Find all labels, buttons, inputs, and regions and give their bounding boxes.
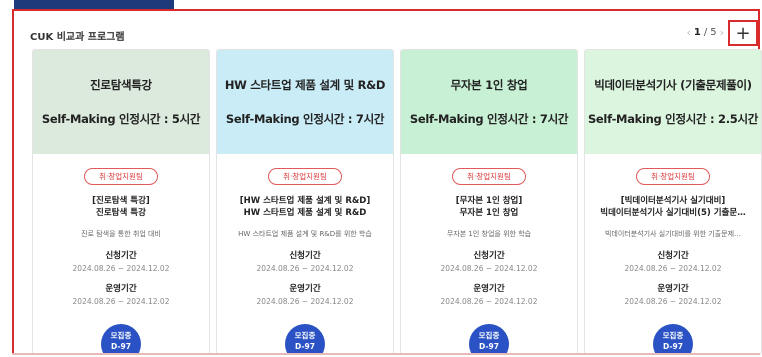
program-card[interactable]: 무자본 1인 창업 Self-Making 인정시간 : 7시간 취·창업지원팀… bbox=[400, 49, 578, 355]
program-title: HW 스타트업 제품 설계 및 R&D bbox=[243, 208, 367, 218]
apply-period-label: 신청기간 bbox=[473, 251, 505, 261]
program-category: [HW 스타트업 제품 설계 및 R&D] bbox=[239, 196, 371, 206]
thumb-title: 빅데이터분석기사 (기출문제풀이) bbox=[594, 78, 752, 92]
run-period-label: 운영기간 bbox=[289, 284, 321, 294]
program-description: 빅데이터분석기사 실기대비를 위한 기출문제… bbox=[604, 230, 742, 238]
dday-text: D-97 bbox=[111, 342, 131, 351]
active-tab-indicator bbox=[14, 0, 174, 9]
status-text: 모집중 bbox=[662, 331, 684, 340]
thumb-subtitle: Self-Making 인정시간 : 7시간 bbox=[409, 112, 569, 126]
run-period-label: 운영기간 bbox=[473, 284, 505, 294]
program-title: 무자본 1인 창업 bbox=[459, 208, 519, 218]
department-badge: 취·창업지원팀 bbox=[636, 168, 710, 185]
apply-period-dates: 2024.08.26 ~ 2024.12.02 bbox=[440, 264, 538, 273]
program-description: HW 스타트업 제품 설계 및 R&D를 위한 학습 bbox=[238, 230, 372, 238]
pager-separator: / bbox=[703, 27, 708, 38]
department-badge: 취·창업지원팀 bbox=[268, 168, 342, 185]
status-text: 모집중 bbox=[110, 331, 132, 340]
program-category: [빅데이터분석기사 실기대비] bbox=[620, 196, 726, 206]
panel-bottom-border bbox=[12, 353, 760, 355]
program-name[interactable]: [빅데이터분석기사 실기대비] 빅데이터분석기사 실기대비(5) 기출문… bbox=[585, 195, 761, 219]
program-name[interactable]: [진로탐색 특강] 진로탐색 특강 bbox=[33, 195, 209, 219]
apply-period-dates: 2024.08.26 ~ 2024.12.02 bbox=[624, 264, 722, 273]
run-period-dates: 2024.08.26 ~ 2024.12.02 bbox=[72, 297, 170, 306]
program-category: [진로탐색 특강] bbox=[92, 196, 150, 206]
card-thumbnail[interactable]: HW 스타트업 제품 설계 및 R&D Self-Making 인정시간 : 7… bbox=[217, 50, 393, 154]
program-card-list: 진로탐색특강 Self-Making 인정시간 : 5시간 취·창업지원팀 [진… bbox=[32, 49, 762, 355]
program-card[interactable]: HW 스타트업 제품 설계 및 R&D Self-Making 인정시간 : 7… bbox=[216, 49, 394, 355]
next-arrow-icon[interactable]: › bbox=[720, 26, 724, 39]
run-period-dates: 2024.08.26 ~ 2024.12.02 bbox=[440, 297, 538, 306]
thumb-title: 진로탐색특강 bbox=[90, 78, 152, 92]
department-badge: 취·창업지원팀 bbox=[84, 168, 158, 185]
thumb-subtitle: Self-Making 인정시간 : 7시간 bbox=[225, 112, 385, 126]
section-title: CUK 비교과 프로그램 bbox=[30, 32, 125, 43]
apply-period-dates: 2024.08.26 ~ 2024.12.02 bbox=[256, 264, 354, 273]
recruit-status-badge: 모집중 D-97 bbox=[469, 324, 509, 354]
recruit-status-badge: 모집중 D-97 bbox=[653, 324, 693, 354]
thumb-subtitle: Self-Making 인정시간 : 5시간 bbox=[41, 112, 201, 126]
program-panel: CUK 비교과 프로그램 ‹ 1 / 5 › + 진로탐색특강 Self-Mak… bbox=[12, 9, 762, 355]
program-card[interactable]: 진로탐색특강 Self-Making 인정시간 : 5시간 취·창업지원팀 [진… bbox=[32, 49, 210, 355]
dday-text: D-97 bbox=[663, 342, 683, 351]
recruit-status-badge: 모집중 D-97 bbox=[285, 324, 325, 354]
recruit-status-badge: 모집중 D-97 bbox=[101, 324, 141, 354]
run-period-dates: 2024.08.26 ~ 2024.12.02 bbox=[256, 297, 354, 306]
run-period-dates: 2024.08.26 ~ 2024.12.02 bbox=[624, 297, 722, 306]
more-button[interactable]: + bbox=[728, 20, 758, 46]
apply-period-label: 신청기간 bbox=[105, 251, 137, 261]
program-card[interactable]: 빅데이터분석기사 (기출문제풀이) Self-Making 인정시간 : 2.5… bbox=[584, 49, 762, 355]
pager-total: 5 bbox=[710, 27, 717, 38]
prev-arrow-icon[interactable]: ‹ bbox=[686, 26, 690, 39]
program-description: 진로 탐색을 통한 취업 대비 bbox=[81, 230, 161, 238]
status-text: 모집중 bbox=[294, 331, 316, 340]
program-title: 빅데이터분석기사 실기대비(5) 기출문… bbox=[600, 208, 746, 218]
program-description: 무자본 1인 창업을 위한 학습 bbox=[446, 230, 532, 238]
run-period-label: 운영기간 bbox=[105, 284, 137, 294]
thumb-subtitle: Self-Making 인정시간 : 2.5시간 bbox=[587, 112, 759, 126]
run-period-label: 운영기간 bbox=[657, 284, 689, 294]
dday-text: D-97 bbox=[295, 342, 315, 351]
thumb-title: 무자본 1인 창업 bbox=[450, 78, 528, 92]
apply-period-label: 신청기간 bbox=[657, 251, 689, 261]
program-name[interactable]: [HW 스타트업 제품 설계 및 R&D] HW 스타트업 제품 설계 및 R&… bbox=[217, 195, 393, 219]
program-category: [무자본 1인 창업] bbox=[455, 196, 523, 206]
status-text: 모집중 bbox=[478, 331, 500, 340]
pager: ‹ 1 / 5 › bbox=[686, 26, 724, 39]
program-name[interactable]: [무자본 1인 창업] 무자본 1인 창업 bbox=[401, 195, 577, 219]
card-thumbnail[interactable]: 빅데이터분석기사 (기출문제풀이) Self-Making 인정시간 : 2.5… bbox=[585, 50, 761, 154]
program-title: 진로탐색 특강 bbox=[96, 208, 146, 218]
apply-period-dates: 2024.08.26 ~ 2024.12.02 bbox=[72, 264, 170, 273]
department-badge: 취·창업지원팀 bbox=[452, 168, 526, 185]
apply-period-label: 신청기간 bbox=[289, 251, 321, 261]
pager-current: 1 bbox=[693, 27, 701, 38]
thumb-title: HW 스타트업 제품 설계 및 R&D bbox=[224, 78, 386, 92]
card-thumbnail[interactable]: 진로탐색특강 Self-Making 인정시간 : 5시간 bbox=[33, 50, 209, 154]
card-thumbnail[interactable]: 무자본 1인 창업 Self-Making 인정시간 : 7시간 bbox=[401, 50, 577, 154]
dday-text: D-97 bbox=[479, 342, 499, 351]
